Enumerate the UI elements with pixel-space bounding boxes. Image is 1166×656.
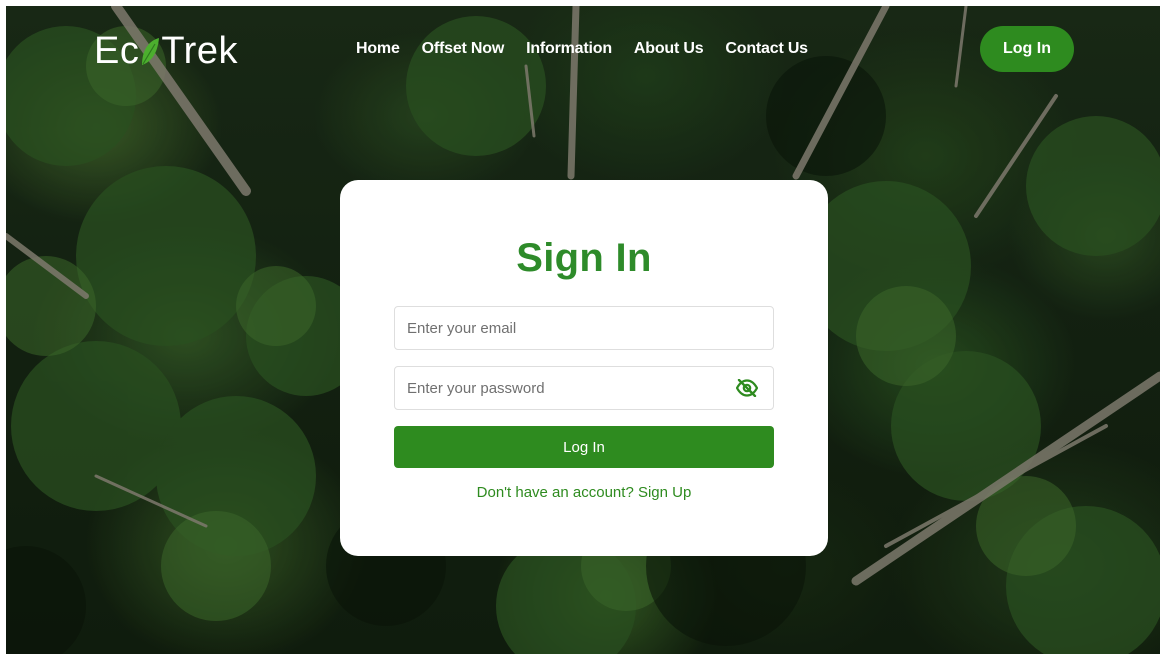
brand-name-part2: Trek [161, 30, 238, 72]
signup-prompt: Don't have an account? Sign Up [340, 484, 828, 501]
email-input[interactable] [407, 319, 761, 337]
signin-title: Sign In [516, 236, 652, 280]
header-login-button[interactable]: Log In [980, 26, 1074, 72]
brand-logo[interactable]: Ec Trek [94, 30, 238, 73]
main-nav: Home Offset Now Information About Us Con… [356, 40, 808, 58]
signup-link[interactable]: Sign Up [638, 484, 691, 501]
eye-slash-icon[interactable] [733, 376, 761, 400]
signup-prompt-text: Don't have an account? [476, 484, 634, 501]
nav-offset-now[interactable]: Offset Now [422, 40, 505, 58]
nav-home[interactable]: Home [356, 40, 400, 58]
email-field [394, 306, 774, 350]
nav-information[interactable]: Information [526, 40, 612, 58]
login-submit-button[interactable]: Log In [394, 426, 774, 468]
page: Ec Trek Home Offset Now Information Abou… [6, 6, 1160, 654]
password-input[interactable] [407, 379, 733, 397]
brand-name-part1: Ec [94, 30, 140, 72]
signin-card: Sign In Log In Don't have an account? Si… [340, 180, 828, 556]
leaf-icon [142, 37, 160, 65]
password-field [394, 366, 774, 410]
nav-contact-us[interactable]: Contact Us [725, 40, 808, 58]
nav-about-us[interactable]: About Us [634, 40, 704, 58]
